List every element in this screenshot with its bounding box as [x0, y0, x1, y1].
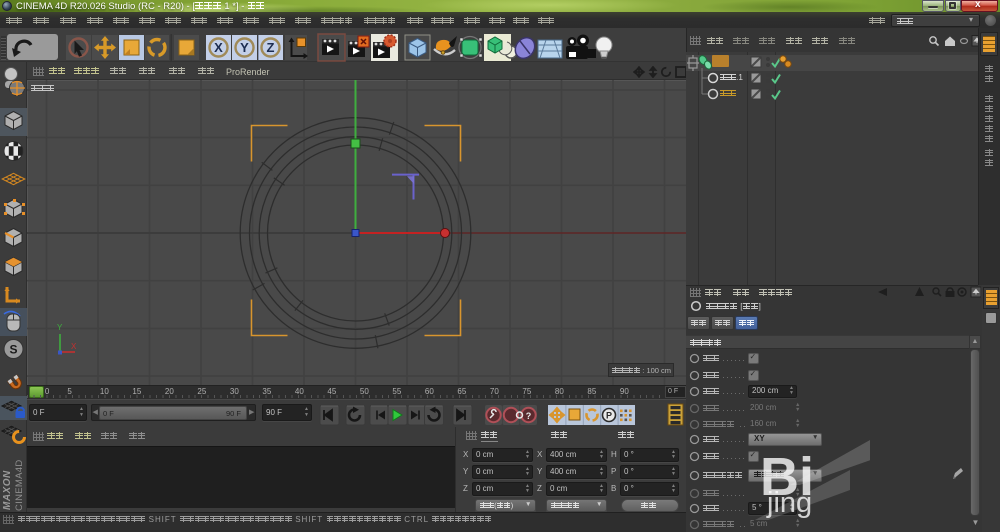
svg-text:Y: Y [240, 40, 249, 55]
svg-text:X: X [71, 342, 77, 351]
svg-text:Y: Y [57, 323, 63, 332]
svg-text:P: P [606, 411, 612, 421]
svg-text:Z: Z [267, 40, 275, 55]
svg-text:S: S [9, 343, 17, 357]
svg-text:X: X [214, 40, 223, 55]
svg-text:?: ? [526, 411, 532, 421]
